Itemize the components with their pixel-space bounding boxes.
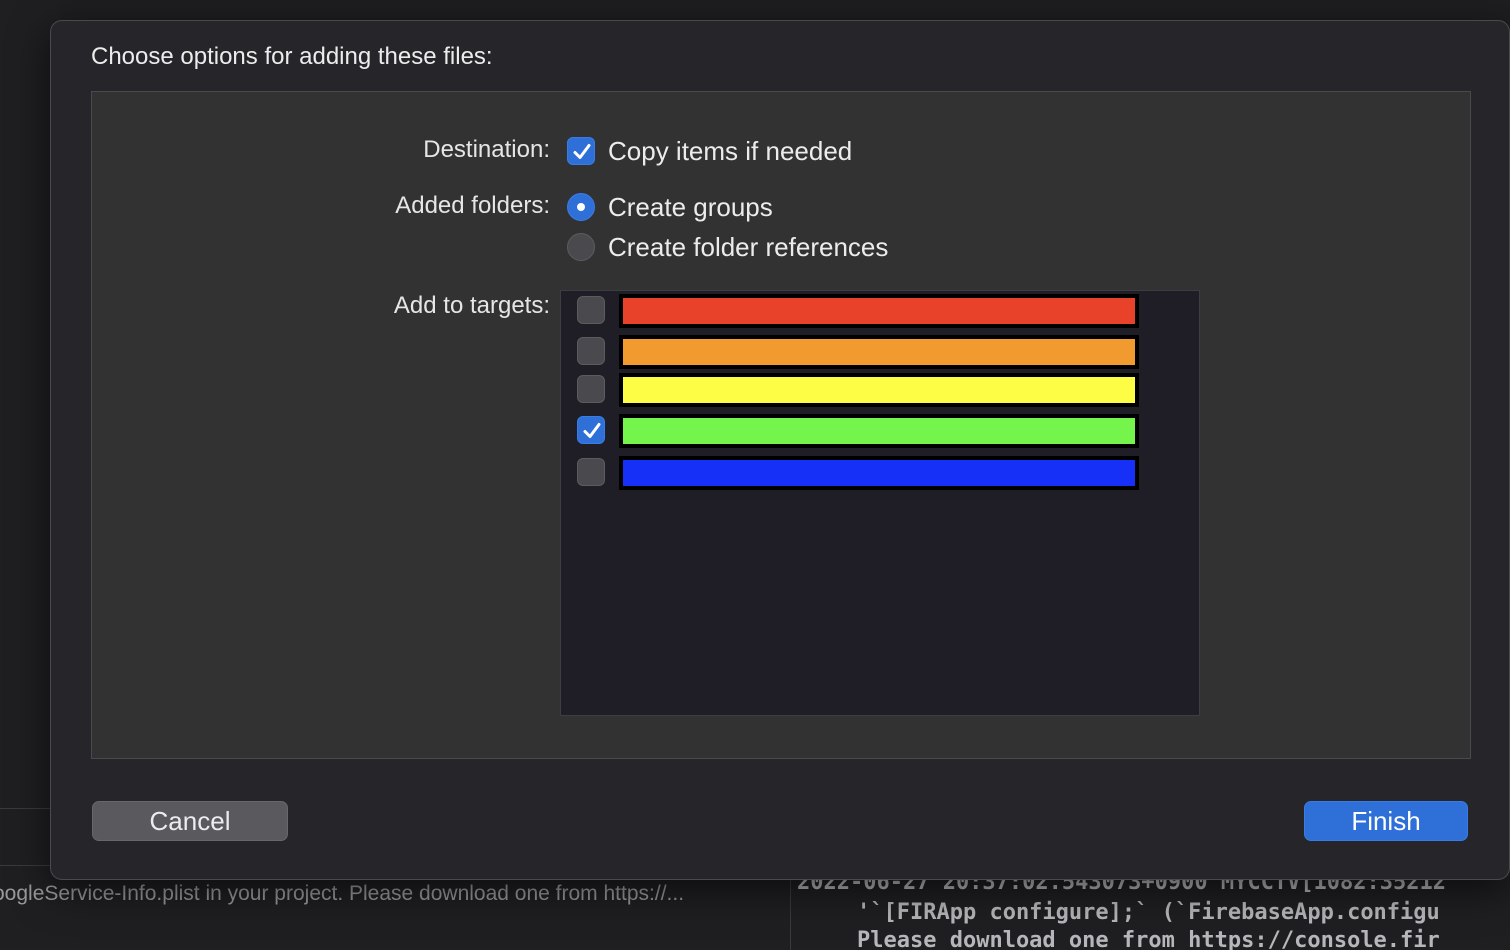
- copy-items-checkbox[interactable]: [567, 137, 595, 165]
- add-to-targets-label: Add to targets:: [393, 292, 550, 319]
- create-folder-references-radio[interactable]: [567, 233, 595, 261]
- add-files-sheet: Choose options for adding these files: D…: [50, 20, 1510, 880]
- options-panel: Destination: Copy items if needed Added …: [91, 91, 1471, 759]
- destination-label: Destination:: [423, 136, 550, 163]
- target-name-redacted: [619, 335, 1139, 369]
- checkmark-icon: [583, 423, 601, 438]
- target-checkbox[interactable]: [577, 296, 605, 324]
- create-folder-references-label[interactable]: Create folder references: [608, 232, 888, 263]
- create-groups-label[interactable]: Create groups: [608, 192, 773, 223]
- target-row[interactable]: [561, 453, 1201, 491]
- targets-list[interactable]: [560, 290, 1200, 716]
- target-name-redacted: [619, 373, 1139, 407]
- target-row[interactable]: [561, 332, 1201, 370]
- target-name-redacted: [619, 456, 1139, 490]
- console-line: Please download one from https://console…: [857, 928, 1440, 950]
- create-groups-radio[interactable]: [567, 193, 595, 221]
- target-checkbox[interactable]: [577, 375, 605, 403]
- target-name-redacted: [619, 414, 1139, 448]
- cancel-button[interactable]: Cancel: [92, 801, 288, 841]
- added-folders-label: Added folders:: [395, 192, 550, 219]
- target-checkbox[interactable]: [577, 416, 605, 444]
- target-row[interactable]: [561, 411, 1201, 449]
- copy-items-label[interactable]: Copy items if needed: [608, 136, 852, 167]
- target-checkbox[interactable]: [577, 337, 605, 365]
- target-row[interactable]: [561, 370, 1201, 408]
- console-line: '`[FIRApp configure];` (`FirebaseApp.con…: [857, 900, 1440, 925]
- issue-message: oogleService-Info.plist in your project.…: [0, 882, 685, 905]
- target-checkbox[interactable]: [577, 458, 605, 486]
- finish-button[interactable]: Finish: [1304, 801, 1468, 841]
- target-name-redacted: [619, 294, 1139, 328]
- sheet-title: Choose options for adding these files:: [91, 43, 493, 70]
- target-row[interactable]: [561, 291, 1201, 329]
- checkmark-icon: [573, 144, 591, 159]
